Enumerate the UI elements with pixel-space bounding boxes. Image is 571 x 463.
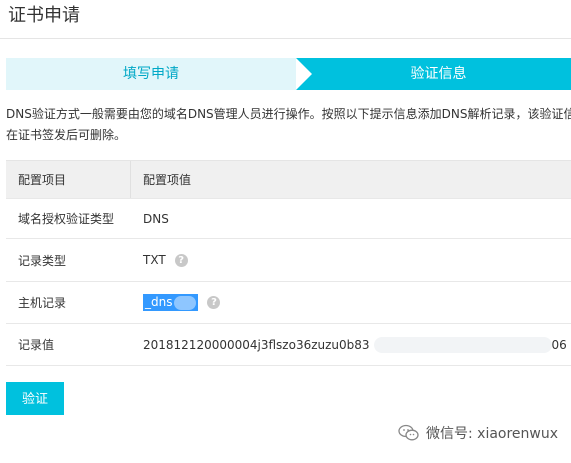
step-fill-application: 填写申请 — [6, 58, 296, 90]
help-icon[interactable]: ? — [207, 296, 221, 309]
row-value-cell: 201812120000004j3flszo36zuzu0b83 06 ? — [143, 324, 571, 365]
config-table: 配置项目 配置项值 域名授权验证类型 DNS 记录类型 TXT ? 主机记录 _… — [6, 160, 571, 366]
verify-button[interactable]: 验证 — [6, 382, 64, 415]
wechat-icon — [398, 424, 419, 441]
table-row: 域名授权验证类型 DNS — [6, 199, 571, 239]
dns-description: DNS验证方式一般需要由您的域名DNS管理人员进行操作。按照以下提示信息添加DN… — [6, 104, 571, 146]
redacted-blur — [373, 336, 552, 353]
row-label: 记录类型 — [18, 253, 67, 268]
table-row: 主机记录 _dns ? — [6, 282, 571, 324]
row-value-end[interactable]: 06 — [552, 338, 567, 352]
row-value: DNS — [143, 211, 169, 226]
row-label: 记录值 — [18, 338, 55, 352]
row-value-start[interactable]: 201812120000004j3flszo36zuzu0b83 — [143, 338, 370, 352]
table-row: 记录值 201812120000004j3flszo36zuzu0b83 06 … — [6, 324, 571, 366]
step-verify-info-label: 验证信息 — [410, 66, 467, 82]
step-verify-info: 验证信息 — [296, 58, 571, 90]
description-line-2: 在证书签发后可删除。 — [6, 128, 127, 142]
row-value[interactable]: TXT — [143, 253, 166, 267]
row-value-cell: TXT ? — [143, 239, 188, 281]
row-value-cell: _dns ? — [143, 282, 221, 323]
row-value-selected[interactable]: _dns — [143, 294, 199, 311]
help-icon[interactable]: ? — [174, 253, 188, 267]
page-title: 证书申请 — [8, 5, 80, 26]
watermark-text: 微信号: xiaorenwux — [426, 426, 559, 442]
redacted-blur — [174, 295, 197, 310]
watermark: 微信号: xiaorenwux — [398, 423, 558, 443]
title-divider — [0, 38, 571, 39]
table-row: 记录类型 TXT ? — [6, 239, 571, 282]
header-config-value: 配置项值 — [143, 173, 192, 187]
header-config-item: 配置项目 — [6, 161, 131, 198]
row-label: 主机记录 — [18, 296, 67, 310]
table-header: 配置项目 配置项值 — [6, 161, 571, 199]
row-value: _dns — [145, 295, 173, 310]
step-progress: 填写申请 验证信息 — [6, 58, 571, 90]
description-line-1: DNS验证方式一般需要由您的域名DNS管理人员进行操作。按照以下提示信息添加DN… — [6, 107, 571, 121]
row-label: 域名授权验证类型 — [18, 212, 115, 226]
